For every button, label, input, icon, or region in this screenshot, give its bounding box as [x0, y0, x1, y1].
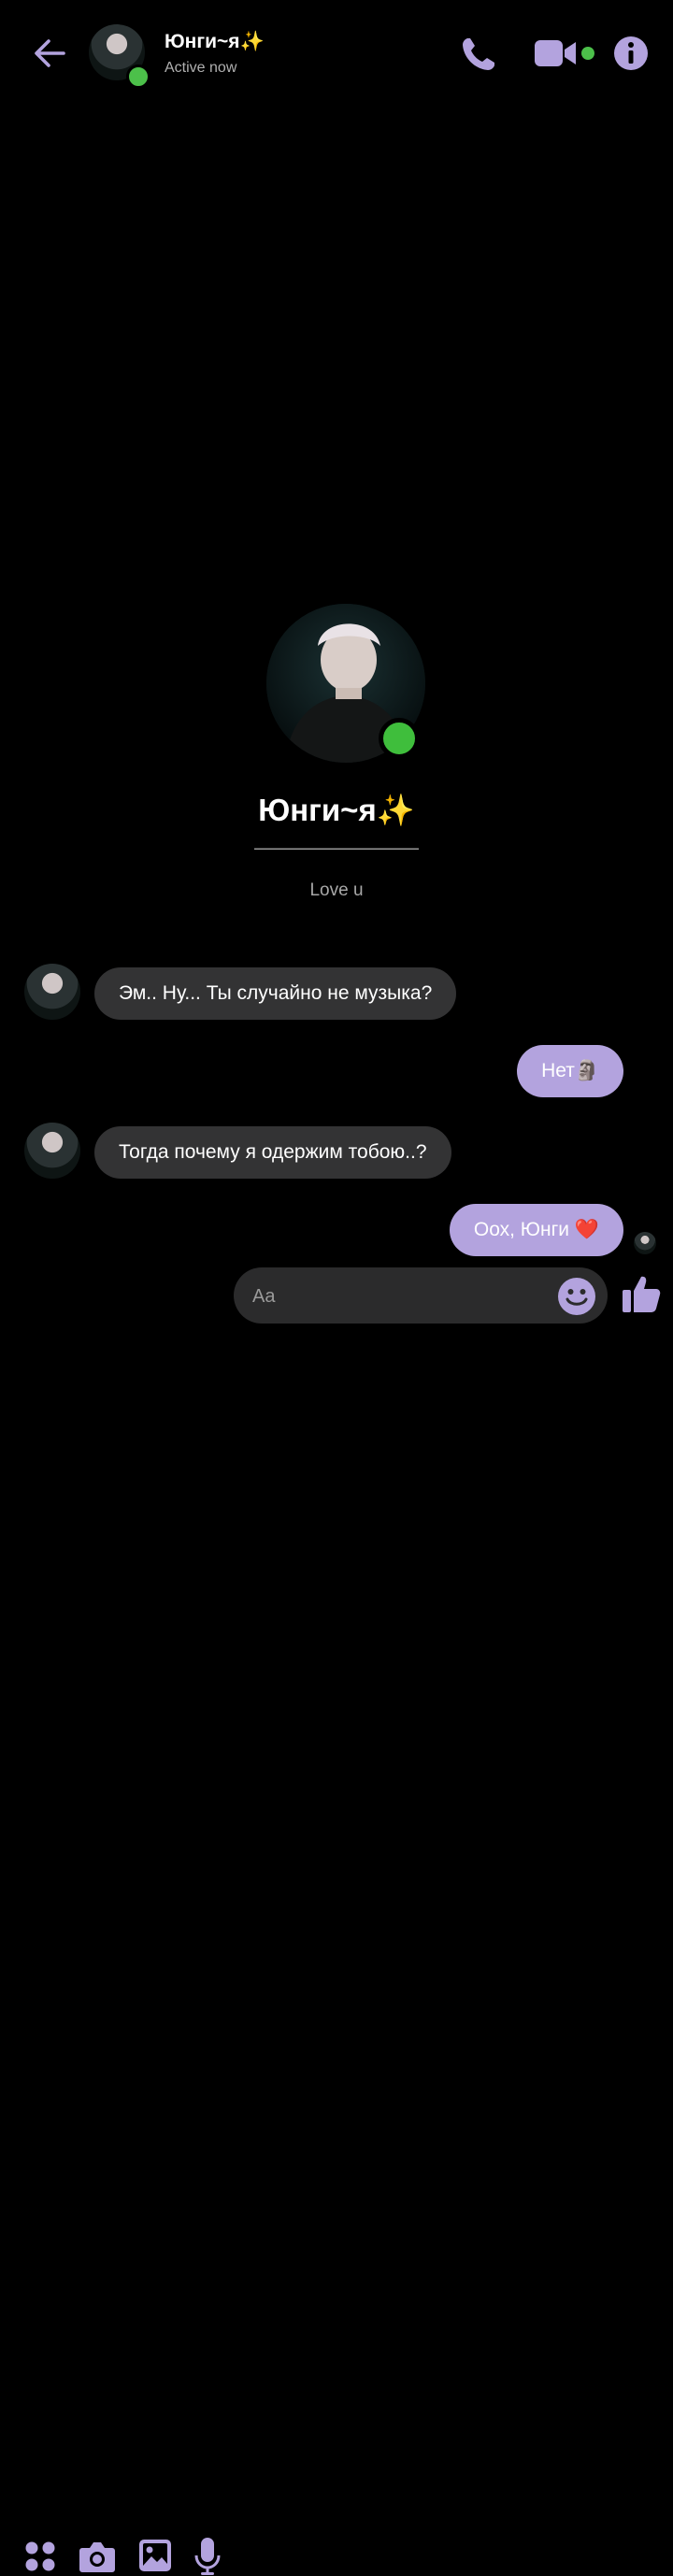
camera-icon[interactable] — [79, 2539, 116, 2574]
profile-divider: ———————— — [254, 836, 419, 859]
message-input[interactable] — [251, 1267, 544, 1325]
microphone-icon[interactable] — [194, 2537, 221, 2576]
thumbs-up-icon[interactable] — [621, 1273, 662, 1314]
online-indicator — [126, 64, 150, 89]
profile-bio: Love u — [309, 880, 364, 900]
gallery-icon[interactable] — [138, 2539, 172, 2572]
message-bubble-incoming[interactable]: Тогда почему я одержим тобою..? — [94, 1126, 451, 1179]
seen-receipt-avatar — [634, 1232, 656, 1254]
phone-icon[interactable] — [458, 34, 499, 75]
message-bubble-outgoing[interactable]: Нет🗿 — [517, 1045, 623, 1097]
contact-status: Active now — [165, 60, 237, 76]
contact-name[interactable]: Юнги~я✨ — [165, 31, 265, 53]
chat-header: Юнги~я✨ Active now — [0, 0, 673, 105]
info-icon[interactable] — [612, 35, 650, 72]
profile-name: Юнги~я✨ — [258, 793, 415, 827]
video-active-dot — [581, 47, 594, 60]
message-avatar[interactable] — [24, 964, 80, 1020]
message-avatar[interactable] — [24, 1123, 80, 1179]
message-bubble-outgoing[interactable]: Оох, Юнги ❤️ — [449, 1204, 623, 1256]
message-input-container[interactable] — [234, 1267, 608, 1325]
apps-icon[interactable] — [24, 2540, 56, 2572]
message-bubble-incoming[interactable]: Эм.. Ну... Ты случайно не музыка? — [94, 967, 457, 1020]
emoji-icon[interactable] — [557, 1277, 596, 1316]
profile-online-indicator — [379, 718, 420, 759]
back-arrow-icon[interactable] — [30, 34, 69, 73]
video-camera-icon[interactable] — [533, 37, 578, 69]
